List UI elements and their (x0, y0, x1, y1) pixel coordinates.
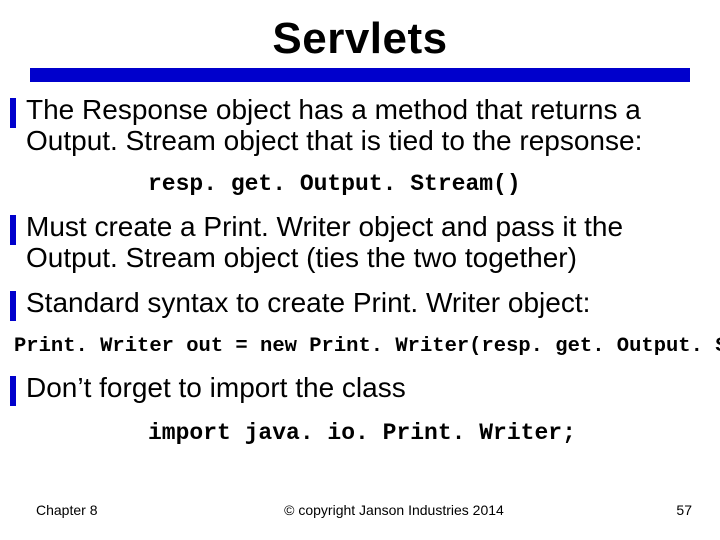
code-snippet: import java. io. Print. Writer; (148, 420, 712, 446)
bullet-marker-icon (10, 98, 16, 128)
slide-title: Servlets (0, 0, 720, 68)
bullet-text: Must create a Print. Writer object and p… (26, 211, 712, 274)
bullet-marker-icon (10, 376, 16, 406)
bullet-text: The Response object has a method that re… (26, 94, 712, 157)
footer-page-number: 57 (632, 502, 692, 518)
footer-copyright: © copyright Janson Industries 2014 (156, 502, 632, 518)
bullet-item: The Response object has a method that re… (8, 94, 712, 157)
code-snippet: resp. get. Output. Stream() (148, 171, 712, 197)
code-snippet: Print. Writer out = new Print. Writer(re… (14, 335, 712, 358)
title-underline (30, 68, 690, 82)
content-area: The Response object has a method that re… (0, 94, 720, 446)
footer: Chapter 8 © copyright Janson Industries … (0, 502, 720, 518)
bullet-text: Standard syntax to create Print. Writer … (26, 287, 590, 318)
bullet-item: Don’t forget to import the class (8, 372, 712, 406)
bullet-text: Don’t forget to import the class (26, 372, 406, 403)
bullet-item: Standard syntax to create Print. Writer … (8, 287, 712, 321)
bullet-marker-icon (10, 291, 16, 321)
slide: Servlets The Response object has a metho… (0, 0, 720, 540)
bullet-item: Must create a Print. Writer object and p… (8, 211, 712, 274)
bullet-marker-icon (10, 215, 16, 245)
footer-chapter: Chapter 8 (36, 502, 156, 518)
